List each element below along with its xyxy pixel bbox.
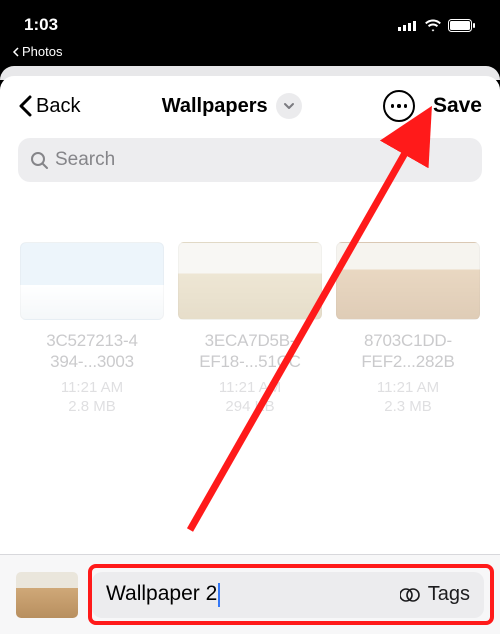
text-cursor <box>218 583 220 607</box>
search-icon <box>30 151 49 170</box>
file-thumbnail <box>336 242 480 320</box>
current-file-thumbnail <box>16 572 78 618</box>
filename-input[interactable]: Wallpaper 2 <box>106 582 400 606</box>
file-time: 11:21 AM <box>377 379 439 396</box>
search-input[interactable] <box>55 149 470 171</box>
file-thumbnail <box>20 242 164 320</box>
file-item[interactable]: 3C527213-4394-...3003 11:21 AM 2.8 MB <box>20 242 164 415</box>
filename-bar: Wallpaper 2 Tags <box>0 554 500 634</box>
status-time: 1:03 <box>24 15 58 35</box>
file-size: 2.8 MB <box>68 398 116 415</box>
status-icons <box>398 19 476 32</box>
file-thumbnail <box>178 242 322 320</box>
dot-icon <box>391 104 395 108</box>
file-name: 3C527213-4394-...3003 <box>46 330 138 373</box>
file-size: 294 KB <box>225 398 274 415</box>
tags-button[interactable]: Tags <box>400 583 470 606</box>
dot-icon <box>404 104 408 108</box>
folder-dropdown-button[interactable] <box>276 93 302 119</box>
file-name: 3ECA7D5B-EF18-...51CC <box>199 330 301 373</box>
save-sheet: Back Wallpapers Save 3C527213-4394-...30… <box>0 76 500 634</box>
file-size: 2.3 MB <box>384 398 432 415</box>
back-caret-icon <box>12 47 20 57</box>
tags-icon <box>400 587 422 603</box>
save-button[interactable]: Save <box>433 94 482 118</box>
file-time: 11:21 AM <box>61 379 123 396</box>
back-label: Back <box>36 95 80 118</box>
more-button[interactable] <box>383 90 415 122</box>
search-field[interactable] <box>18 138 482 182</box>
back-button[interactable]: Back <box>18 95 80 118</box>
file-time: 11:21 AM <box>219 379 281 396</box>
chevron-left-icon <box>18 95 32 117</box>
chevron-down-icon <box>283 102 295 110</box>
file-item[interactable]: 8703C1DD-FEF2...282B 11:21 AM 2.3 MB <box>336 242 480 415</box>
back-to-app[interactable]: Photos <box>12 44 62 59</box>
folder-title: Wallpapers <box>162 95 268 118</box>
file-name: 8703C1DD-FEF2...282B <box>361 330 454 373</box>
file-item[interactable]: 3ECA7D5B-EF18-...51CC 11:21 AM 294 KB <box>178 242 322 415</box>
dot-icon <box>397 104 401 108</box>
